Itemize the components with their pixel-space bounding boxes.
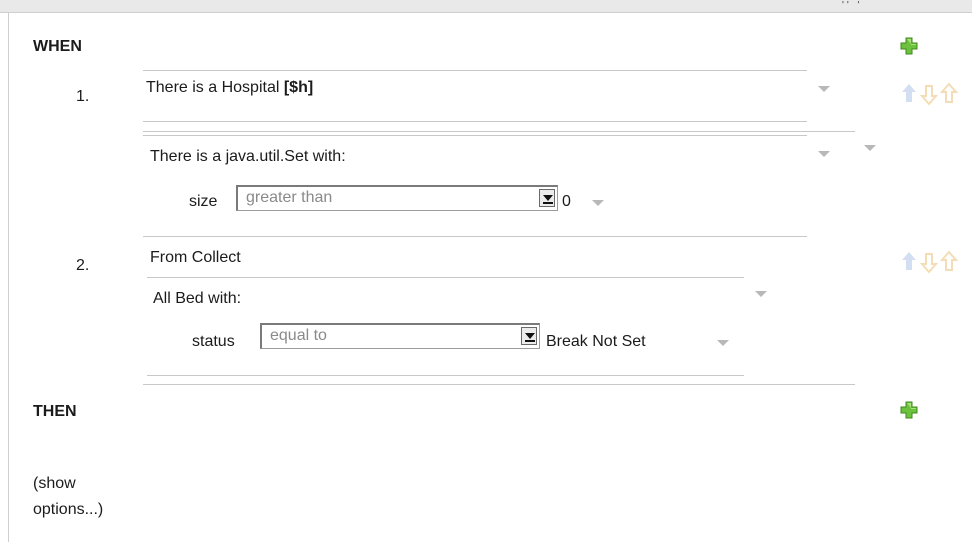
operator-value: greater than <box>246 189 333 206</box>
chevron-down-icon[interactable] <box>521 327 537 345</box>
from-collect-label: From Collect <box>150 249 241 266</box>
plus-icon <box>900 401 918 419</box>
chevron-down-icon[interactable] <box>539 189 555 207</box>
chevron-down-icon[interactable] <box>592 200 604 206</box>
collect-bottom-border <box>147 375 744 376</box>
chevron-down-icon[interactable] <box>755 291 767 297</box>
pattern-hospital[interactable]: There is a Hospital [$h] <box>146 79 313 97</box>
cropped-toolbar-icons: '' ' <box>842 0 863 11</box>
collect-top-border <box>147 277 744 278</box>
chevron-down-icon[interactable] <box>864 145 876 151</box>
value-status[interactable]: Break Not Set <box>546 333 646 351</box>
condition-number: 2. <box>76 257 90 274</box>
when-label: WHEN <box>33 38 82 55</box>
pattern-text: There is a Hospital <box>146 79 284 96</box>
show-options-link[interactable]: (show options...) <box>33 471 103 523</box>
move-controls[interactable] <box>900 250 972 274</box>
pattern-binding: [$h] <box>283 79 314 96</box>
field-label-size: size <box>189 193 218 210</box>
chevron-down-icon[interactable] <box>818 86 830 92</box>
chevron-down-icon[interactable] <box>717 340 729 346</box>
condition-bottom-border <box>143 384 855 385</box>
from-pattern-text[interactable]: There is a java.util.Set with: <box>150 148 346 166</box>
add-condition-button[interactable] <box>900 37 918 60</box>
pattern-bottom-border <box>143 121 807 122</box>
add-action-button[interactable] <box>900 401 918 424</box>
then-label: THEN <box>33 403 77 420</box>
plus-icon <box>900 37 918 55</box>
condition-number: 1. <box>76 88 90 105</box>
divider <box>0 12 972 13</box>
collect-pattern-text[interactable]: All Bed with: <box>153 290 241 308</box>
operator-select[interactable]: equal to <box>260 323 540 349</box>
chevron-down-icon[interactable] <box>818 151 830 157</box>
top-bar <box>0 0 972 12</box>
operator-select[interactable]: greater than <box>236 185 558 211</box>
from-bottom-border <box>143 236 807 237</box>
field-label-status: status <box>192 333 235 350</box>
pattern-top-border <box>143 70 807 71</box>
left-border <box>8 13 9 542</box>
arrow-icons <box>902 250 959 274</box>
from-top-border-outer <box>143 131 855 132</box>
arrow-icons <box>902 82 959 106</box>
from-top-border-inner <box>143 135 807 136</box>
value-size[interactable]: 0 <box>562 193 571 211</box>
move-controls[interactable] <box>900 82 972 106</box>
operator-value: equal to <box>270 327 327 344</box>
